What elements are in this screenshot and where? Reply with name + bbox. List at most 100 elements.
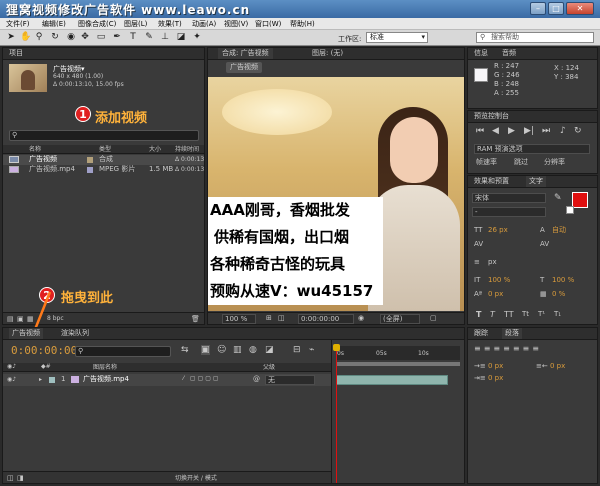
layer-switches-toggle-icon[interactable]: ◫: [7, 474, 14, 482]
playhead[interactable]: [336, 346, 337, 483]
last-frame-icon[interactable]: ⏭: [542, 126, 550, 136]
close-button[interactable]: ✕: [566, 2, 594, 15]
safe-zones-icon[interactable]: ◫: [278, 314, 285, 322]
leading-value[interactable]: 自动: [552, 226, 566, 235]
parent-select[interactable]: 无: [265, 375, 315, 385]
vertical-scale-value[interactable]: 100 %: [488, 276, 510, 285]
hide-shy-layers-icon[interactable]: ☺: [217, 345, 226, 355]
indent-left-value[interactable]: 0 px: [488, 362, 503, 371]
comp-timecode[interactable]: 0:00:00:00: [298, 314, 354, 324]
zoom-tool-icon[interactable]: ⚲: [34, 32, 44, 43]
tab-layer[interactable]: 图层: (无): [312, 48, 343, 59]
tsume-value[interactable]: 0 %: [552, 290, 565, 299]
tab-preview[interactable]: 预览控制台: [474, 111, 509, 122]
col-layer-name[interactable]: 图层名称: [93, 363, 117, 372]
toggle-switches-modes[interactable]: 切换开关 / 模式: [175, 474, 217, 483]
tab-effects-presets[interactable]: 效果和预置: [474, 176, 509, 187]
stroke-color-swatch[interactable]: [566, 206, 574, 214]
pickwhip-icon[interactable]: @: [253, 375, 260, 383]
graph-toggle-icon[interactable]: ⌁: [309, 345, 314, 355]
comp-viewer[interactable]: AAA刚哥，香烟批发 供稀有国烟，出口烟 各种稀奇古怪的玩具 预购从速V：wu4…: [208, 77, 464, 311]
col-duration[interactable]: 持续时间: [175, 145, 199, 154]
tab-composition[interactable]: 合成: 广告视频: [218, 48, 273, 59]
transfer-controls-icon[interactable]: ◨: [17, 474, 24, 482]
tab-tracker[interactable]: 跟踪: [474, 328, 488, 339]
stroke-width-unit[interactable]: px: [488, 258, 497, 267]
motion-blur-icon[interactable]: ◍: [249, 345, 257, 355]
menu-edit[interactable]: 编辑(E): [42, 19, 66, 29]
loop-icon[interactable]: ↻: [574, 126, 582, 136]
eye-icon[interactable]: ◉♪: [7, 376, 16, 383]
faux-bold-button[interactable]: T: [476, 310, 481, 319]
rectangle-tool-icon[interactable]: ▭: [96, 32, 106, 43]
ram-preview-select[interactable]: RAM 预演选项: [474, 144, 590, 154]
fill-color-swatch[interactable]: [572, 192, 588, 208]
ad-overlay-box[interactable]: AAA刚哥，香烟批发 供稀有国烟，出口烟 各种稀奇古怪的玩具 预购从速V：wu4…: [208, 197, 383, 305]
clone-tool-icon[interactable]: ⊥: [160, 32, 170, 43]
table-row[interactable]: ◉♪ ▸ 1 广告视频.mp4 ⁄ ▢▢▢▢ @ 无: [3, 374, 331, 386]
col-type[interactable]: 类型: [99, 145, 111, 154]
all-caps-button[interactable]: TT: [504, 310, 514, 319]
new-folder-icon[interactable]: ▣: [17, 315, 24, 323]
tab-timeline-comp[interactable]: 广告视频: [9, 328, 43, 339]
font-size-value[interactable]: 26 px: [488, 226, 508, 235]
menu-window[interactable]: 窗口(W): [255, 19, 281, 29]
time-ruler[interactable]: 0s 05s 10s: [336, 346, 460, 360]
interpret-footage-icon[interactable]: ▤: [7, 315, 14, 323]
text-tool-icon[interactable]: T: [128, 32, 138, 43]
selection-tool-icon[interactable]: ➤: [6, 32, 16, 43]
subscript-button[interactable]: T₁: [554, 310, 561, 318]
horizontal-scale-value[interactable]: 100 %: [552, 276, 574, 285]
tab-info[interactable]: 信息: [474, 48, 488, 59]
eraser-tool-icon[interactable]: ◪: [176, 32, 186, 43]
workspace-select[interactable]: 标准 ▾: [366, 32, 428, 43]
grid-icon[interactable]: ⊞: [266, 314, 272, 322]
baseline-shift-value[interactable]: 0 px: [488, 290, 503, 299]
first-frame-icon[interactable]: ⏮: [476, 126, 484, 136]
camera-tool-icon[interactable]: ◉: [66, 32, 76, 43]
region-of-interest-icon[interactable]: ▢: [430, 314, 437, 322]
layer-switches[interactable]: ⁄ ▢▢▢▢: [183, 375, 221, 382]
tab-audio[interactable]: 音频: [502, 48, 516, 59]
resolution-select[interactable]: (全屏): [380, 314, 420, 324]
play-icon[interactable]: ▶: [508, 126, 515, 136]
expand-chevron-icon[interactable]: ▸: [39, 376, 42, 383]
pan-behind-tool-icon[interactable]: ✥: [80, 32, 90, 43]
small-caps-button[interactable]: Tt: [522, 310, 529, 318]
menu-composition[interactable]: 图像合成(C): [78, 19, 116, 29]
faux-italic-button[interactable]: T: [490, 310, 495, 319]
list-item[interactable]: 广告视频.mp4 MPEG 影片 1.5 MB Δ 0:00:13: [3, 165, 204, 175]
menu-help[interactable]: 帮助(H): [290, 19, 315, 29]
first-line-indent-value[interactable]: 0 px: [488, 374, 503, 383]
indent-right-value[interactable]: 0 px: [550, 362, 565, 371]
audio-icon[interactable]: ♪: [560, 126, 566, 136]
trash-icon[interactable]: 🗑: [191, 315, 200, 323]
menu-view[interactable]: 视图(V): [224, 19, 248, 29]
eyedropper-icon[interactable]: ✎: [554, 193, 562, 203]
timeline-search-input[interactable]: ⚲: [75, 346, 171, 357]
next-frame-icon[interactable]: ▶|: [524, 126, 534, 136]
font-family-select[interactable]: 宋体: [472, 193, 546, 203]
zoom-select[interactable]: 100 %: [222, 314, 256, 324]
graph-editor-icon[interactable]: ◪: [265, 345, 274, 355]
puppet-tool-icon[interactable]: ✦: [192, 32, 202, 43]
snapshot-icon[interactable]: ◉: [358, 314, 364, 322]
composition-mini-flowchart-icon[interactable]: ⇆: [181, 345, 189, 355]
minimize-button[interactable]: –: [530, 2, 546, 15]
tab-character[interactable]: 文字: [526, 176, 546, 187]
menu-effect[interactable]: 效果(T): [158, 19, 182, 29]
col-parent[interactable]: 父级: [263, 363, 275, 372]
maximize-button[interactable]: □: [548, 2, 564, 15]
previous-frame-icon[interactable]: ◀: [492, 126, 499, 136]
draft-3d-icon[interactable]: ▣: [201, 345, 210, 355]
hand-tool-icon[interactable]: ✋: [20, 32, 31, 43]
rotate-tool-icon[interactable]: ↻: [50, 32, 60, 43]
comp-subtab[interactable]: 广告视频: [226, 62, 262, 73]
font-style-select[interactable]: -: [472, 207, 546, 217]
help-search-input[interactable]: ⚲ 搜索帮助: [476, 32, 594, 43]
project-search-input[interactable]: ⚲: [9, 130, 199, 141]
superscript-button[interactable]: T¹: [538, 310, 545, 318]
tab-render-queue[interactable]: 渲染队列: [61, 328, 89, 339]
col-size[interactable]: 大小: [149, 145, 161, 154]
tab-paragraph[interactable]: 段落: [502, 328, 522, 339]
